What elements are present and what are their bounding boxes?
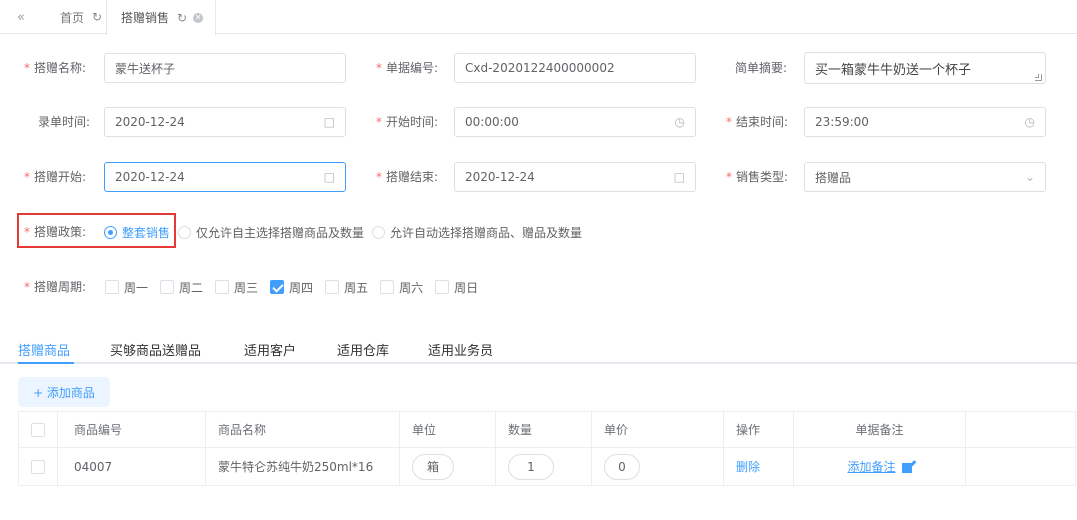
cell-name: 蒙牛特仑苏纯牛奶250ml*16 xyxy=(205,447,400,486)
delete-link[interactable]: 删除 xyxy=(736,460,760,474)
tab-home[interactable]: 首页 ↻ xyxy=(60,0,102,34)
summary-textarea[interactable]: 买一箱蒙牛牛奶送一个杯子 xyxy=(804,52,1046,84)
checkbox-icon xyxy=(160,280,175,294)
cell-action: 删除 xyxy=(723,447,794,486)
doc-no-label: * 单据编号: xyxy=(376,61,439,75)
checkbox-icon xyxy=(325,280,340,294)
table-row: 04007 蒙牛特仑苏纯牛奶250ml*16 箱 1 0 删除 添加备注 xyxy=(18,447,1076,486)
weekday-checkbox-sun[interactable]: 周日 xyxy=(435,279,478,296)
add-product-button[interactable]: + 添加商品 xyxy=(18,377,110,407)
name-label: * 搭赠名称: xyxy=(24,61,87,75)
select-all-cell xyxy=(18,411,58,448)
close-icon[interactable]: ✕ xyxy=(193,12,204,23)
entry-time-picker[interactable]: 2020-12-24 □ xyxy=(104,107,346,137)
col-qty: 数量 xyxy=(495,411,592,448)
tab-home-label: 首页 xyxy=(60,10,85,25)
price-input[interactable]: 0 xyxy=(604,453,640,480)
radio-icon xyxy=(372,225,386,239)
period-label: * 搭赠周期: xyxy=(24,280,87,294)
end-time-label: * 结束时间: xyxy=(726,115,789,129)
tab-gift-products[interactable]: 搭赠商品 xyxy=(18,340,70,359)
weekday-checkbox-group: 周一 周二 周三 周四 周五 周六 周日 xyxy=(105,277,490,297)
calendar-icon: □ xyxy=(673,170,685,184)
weekday-checkbox-sat[interactable]: 周六 xyxy=(380,279,423,296)
gift-start-label: * 搭赠开始: xyxy=(24,170,87,184)
tab-warehouses[interactable]: 适用仓库 xyxy=(337,340,389,359)
col-note: 单据备注 xyxy=(793,411,966,448)
policy-radio-full-set[interactable]: 整套销售 xyxy=(104,224,170,241)
tab-salespersons[interactable]: 适用业务员 xyxy=(428,340,493,359)
resize-handle[interactable] xyxy=(1035,74,1042,81)
weekday-checkbox-fri[interactable]: 周五 xyxy=(325,279,368,296)
col-code: 商品编号 xyxy=(57,411,206,448)
refresh-icon[interactable]: ↻ xyxy=(177,11,187,25)
clock-icon: ◷ xyxy=(674,115,685,129)
summary-label: 简单摘要: xyxy=(735,61,788,75)
tab-customers[interactable]: 适用客户 xyxy=(244,340,296,359)
policy-radio-auto[interactable]: 允许自动选择搭赠商品、赠品及数量 xyxy=(372,224,582,241)
col-price: 单价 xyxy=(591,411,724,448)
collapse-tabs-icon[interactable]: « xyxy=(6,0,36,34)
gift-end-picker[interactable]: 2020-12-24 □ xyxy=(454,162,696,192)
start-time-label: * 开始时间: xyxy=(376,115,439,129)
clock-icon: ◷ xyxy=(1024,115,1035,129)
doc-no-input[interactable]: Cxd-2020122400000002 xyxy=(454,53,696,83)
cell-qty: 1 xyxy=(495,447,592,486)
weekday-checkbox-mon[interactable]: 周一 xyxy=(105,279,148,296)
chevron-down-icon: ⌄ xyxy=(1024,170,1035,184)
col-filler xyxy=(965,411,1076,448)
unit-select[interactable]: 箱 xyxy=(412,453,454,480)
detail-tabs: 搭赠商品 买够商品送赠品 适用客户 适用仓库 适用业务员 xyxy=(0,334,1077,364)
select-all-checkbox[interactable] xyxy=(31,422,45,437)
calendar-icon: □ xyxy=(323,115,335,129)
edit-icon[interactable] xyxy=(901,462,912,473)
page-tab-bar: « 首页 ↻ 搭赠销售 ↻ ✕ xyxy=(0,0,1077,35)
sale-type-label: * 销售类型: xyxy=(726,170,789,184)
gift-end-label: * 搭赠结束: xyxy=(376,170,439,184)
checkbox-icon xyxy=(380,280,395,294)
entry-time-label: 录单时间: xyxy=(38,115,91,129)
product-table: 商品编号 商品名称 单位 数量 单价 操作 单据备注 04007 蒙牛特仑苏纯牛… xyxy=(18,411,1076,486)
policy-label: * 搭赠政策: xyxy=(24,225,87,239)
col-action: 操作 xyxy=(723,411,794,448)
checkbox-icon xyxy=(215,280,230,294)
row-select-cell xyxy=(18,447,58,486)
cell-unit: 箱 xyxy=(399,447,496,486)
qty-input[interactable]: 1 xyxy=(508,453,554,480)
checkbox-checked-icon xyxy=(270,280,285,294)
gift-name-input[interactable]: 蒙牛送杯子 xyxy=(104,53,346,83)
end-time-picker[interactable]: 23:59:00 ◷ xyxy=(804,107,1046,137)
cell-filler xyxy=(965,447,1076,486)
cell-price: 0 xyxy=(591,447,724,486)
weekday-checkbox-wed[interactable]: 周三 xyxy=(215,279,258,296)
sale-type-select[interactable]: 搭赠品 ⌄ xyxy=(804,162,1046,192)
policy-radio-manual[interactable]: 仅允许自主选择搭赠商品及数量 xyxy=(178,224,364,241)
tab-gift-sale-label: 搭赠销售 xyxy=(121,11,170,25)
col-unit: 单位 xyxy=(399,411,496,448)
row-checkbox[interactable] xyxy=(31,459,45,474)
add-note-link[interactable]: 添加备注 xyxy=(847,460,895,474)
calendar-icon: □ xyxy=(323,170,335,184)
cell-code: 04007 xyxy=(57,447,206,486)
checkbox-icon xyxy=(105,280,119,294)
weekday-checkbox-thu[interactable]: 周四 xyxy=(270,279,313,296)
tab-buy-get-gift[interactable]: 买够商品送赠品 xyxy=(110,340,201,359)
checkbox-icon xyxy=(435,280,450,294)
table-header-row: 商品编号 商品名称 单位 数量 单价 操作 单据备注 xyxy=(18,411,1076,448)
start-time-picker[interactable]: 00:00:00 ◷ xyxy=(454,107,696,137)
gift-start-picker[interactable]: 2020-12-24 □ xyxy=(104,162,346,192)
tab-gift-sale[interactable]: 搭赠销售 ↻ ✕ xyxy=(106,0,217,35)
active-tab-indicator xyxy=(18,362,74,364)
cell-note: 添加备注 xyxy=(793,447,966,486)
weekday-checkbox-tue[interactable]: 周二 xyxy=(160,279,203,296)
refresh-icon[interactable]: ↻ xyxy=(92,10,102,24)
radio-icon xyxy=(178,225,192,239)
radio-checked-icon xyxy=(104,225,117,239)
policy-radio-group: 整套销售 仅允许自主选择搭赠商品及数量 允许自动选择搭赠商品、赠品及数量 xyxy=(104,222,590,242)
col-name: 商品名称 xyxy=(205,411,400,448)
